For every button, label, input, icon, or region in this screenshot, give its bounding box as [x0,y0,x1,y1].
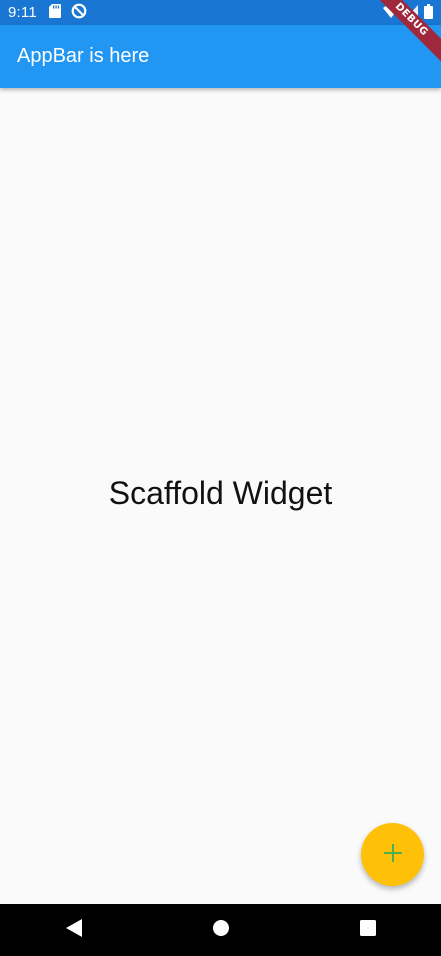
home-icon[interactable] [212,919,230,941]
battery-icon [424,4,433,23]
data-saver-icon [71,3,87,23]
screen: 9:11 AppBar is here DEBUG Scaffold Widge… [0,0,441,956]
navigation-bar [0,904,441,956]
add-icon [383,843,403,867]
app-bar-title: AppBar is here [17,45,150,67]
status-bar: 9:11 [0,0,441,25]
app-bar: AppBar is here [0,25,441,88]
floating-action-button[interactable] [361,823,424,886]
status-left-icons [48,3,87,23]
scaffold-body: Scaffold Widget [0,88,441,904]
status-time: 9:11 [8,4,37,21]
sd-card-icon [48,3,61,22]
body-text: Scaffold Widget [108,474,333,511]
recents-icon[interactable] [360,920,377,940]
back-icon[interactable] [65,918,83,942]
